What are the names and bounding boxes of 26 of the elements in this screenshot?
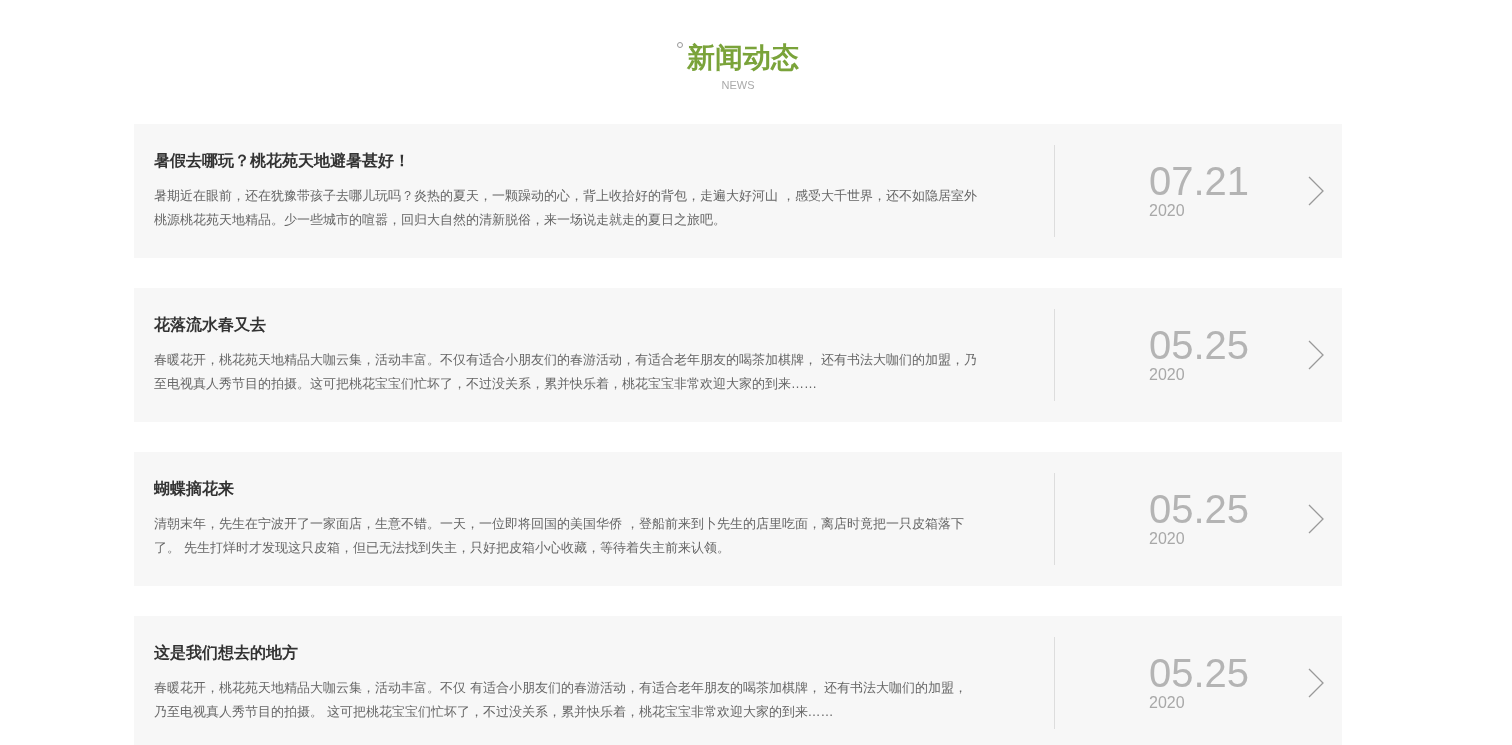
section-title: 新闻动态 (687, 41, 799, 75)
news-title: 蝴蝶摘花来 (154, 479, 235, 499)
news-date: 07.21 (1149, 161, 1251, 201)
news-summary: 清朝末年，先生在宁波开了一家面店，生意不错。一天，一位即将回国的美国华侨 ，登船前来到卜先生的店里吃面，离店时竟把一只皮箱落下了。 先生打烊时才发现这只皮箱，但已无法找到失主，只好把皮箱小心收藏，等待着失主前来认领。 (154, 515, 965, 557)
news-year: 2020 (1149, 201, 1186, 221)
news-title: 这是我们想去的地方 (154, 643, 299, 663)
chevron-right-icon[interactable] (1307, 504, 1325, 534)
chevron-right-icon[interactable] (1307, 340, 1325, 370)
news-year: 2020 (1149, 529, 1186, 549)
news-summary: 春暖花开，桃花苑天地精品大咖云集，活动丰富。不仅 有适合小朋友们的春游活动，有适合老年朋友的喝茶加棋牌， 还有书法大咖们的加盟，乃至电视真人秀节目的拍摄。 这可把桃花宝宝们忙坏了，不过没关系，累并快乐着，桃花宝宝非常欢迎大家的到来…… (154, 679, 969, 721)
news-summary: 春暖花开，桃花苑天地精品大咖云集，活动丰富。不仅有适合小朋友们的春游活动，有适合老年朋友的喝茶加棋牌， 还有书法大咖们的加盟，乃至电视真人秀节目的拍摄。这可把桃花宝宝们忙坏了，不过没关系，累并快乐着，桃花宝宝非常欢迎大家的到来…… (154, 351, 978, 393)
section-subtitle: NEWS (721, 78, 755, 92)
chevron-right-icon[interactable] (1307, 668, 1325, 698)
news-card[interactable]: 花落流水春又去 春暖花开，桃花苑天地精品大咖云集，活动丰富。不仅有适合小朋友们的春游活动，有适合老年朋友的喝茶加棋牌， 还有书法大咖们的加盟，乃至电视真人秀节目的拍摄。这可把桃花宝宝们忙坏了，不过没关系，累并快乐着，桃花宝宝非常欢迎大家的到来…… 05.25 2020 (134, 288, 1342, 422)
news-year: 2020 (1149, 365, 1186, 385)
news-date: 05.25 (1149, 325, 1251, 365)
news-card[interactable]: 暑假去哪玩？桃花苑天地避暑甚好！ 暑期近在眼前，还在犹豫带孩子去哪儿玩吗？炎热的夏天，一颗躁动的心，背上收拾好的背包，走遍大好河山 ，感受大千世界，还不如隐居室外桃源桃花苑天地精品。少一些城市的喧嚣，回归大自然的清新脱俗，来一场说走就走的夏日之旅吧。 07.21 2020 (134, 124, 1342, 258)
news-date: 05.25 (1149, 653, 1251, 693)
chevron-right-icon[interactable] (1307, 176, 1325, 206)
news-summary: 暑期近在眼前，还在犹豫带孩子去哪儿玩吗？炎热的夏天，一颗躁动的心，背上收拾好的背包，走遍大好河山 ，感受大千世界，还不如隐居室外桃源桃花苑天地精品。少一些城市的喧嚣，回归大自然的清新脱俗，来一场说走就走的夏日之旅吧。 (154, 187, 978, 229)
news-date: 05.25 (1149, 489, 1251, 529)
news-card[interactable]: 蝴蝶摘花来 清朝末年，先生在宁波开了一家面店，生意不错。一天，一位即将回国的美国华侨 ，登船前来到卜先生的店里吃面，离店时竟把一只皮箱落下了。 先生打烊时才发现这只皮箱，但已无法找到失主，只好把皮箱小心收藏，等待着失主前来认领。 05.25 2020 (134, 452, 1342, 586)
news-year: 2020 (1149, 693, 1186, 713)
news-title: 花落流水春又去 (154, 315, 267, 335)
news-card[interactable]: 这是我们想去的地方 春暖花开，桃花苑天地精品大咖云集，活动丰富。不仅 有适合小朋友们的春游活动，有适合老年朋友的喝茶加棋牌， 还有书法大咖们的加盟，乃至电视真人秀节目的拍摄。 这可把桃花宝宝们忙坏了，不过没关系，累并快乐着，桃花宝宝非常欢迎大家的到来…… 05.25 2020 (134, 616, 1342, 745)
news-title: 暑假去哪玩？桃花苑天地避暑甚好！ (154, 151, 411, 171)
